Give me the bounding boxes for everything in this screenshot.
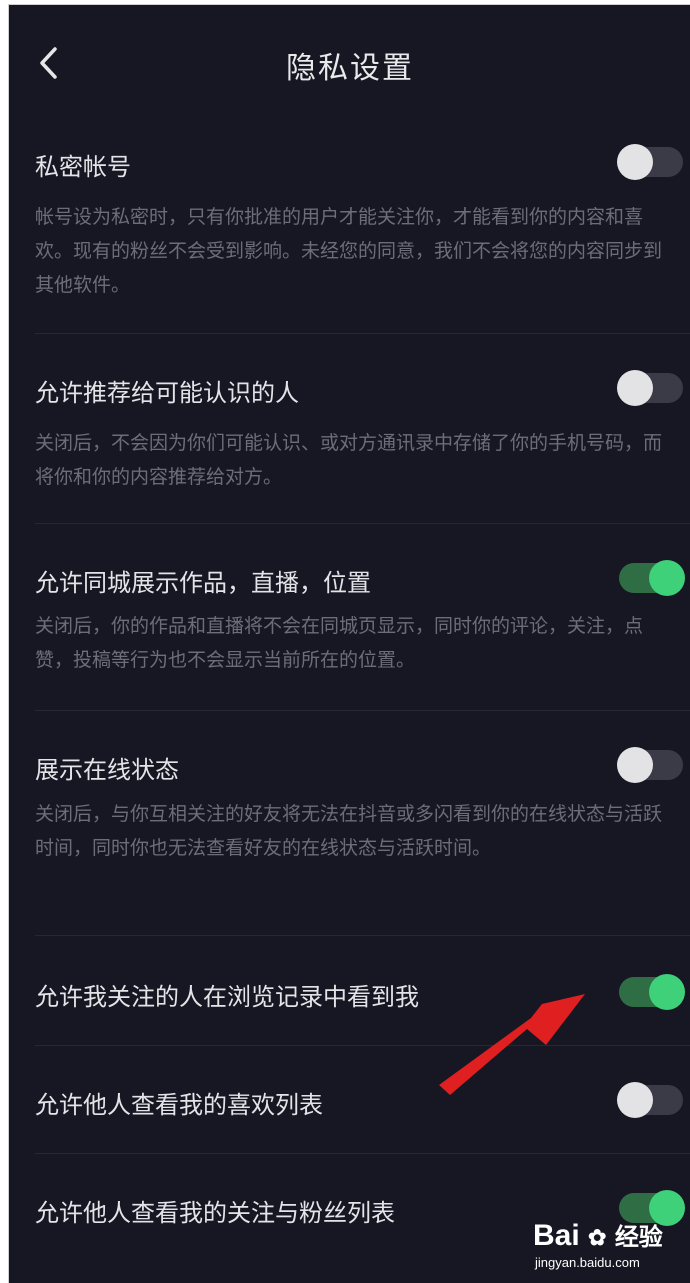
watermark-brand-latin: Bai — [533, 1219, 580, 1252]
annotation-arrow-icon — [439, 994, 585, 1095]
paw-icon: ✿ — [588, 1225, 607, 1250]
privacy-settings-screen: 隐私设置 私密帐号 帐号设为私密时，只有你批准的用户才能关注你，才能看到你的内容… — [8, 4, 690, 1283]
watermark-url: jingyan.baidu.com — [535, 1255, 640, 1270]
watermark-brand-cn: 经验 — [614, 1224, 663, 1251]
watermark-brand: Bai ✿ 经验 — [533, 1217, 663, 1253]
baidu-watermark: Bai ✿ 经验 jingyan.baidu.com — [529, 1215, 689, 1279]
